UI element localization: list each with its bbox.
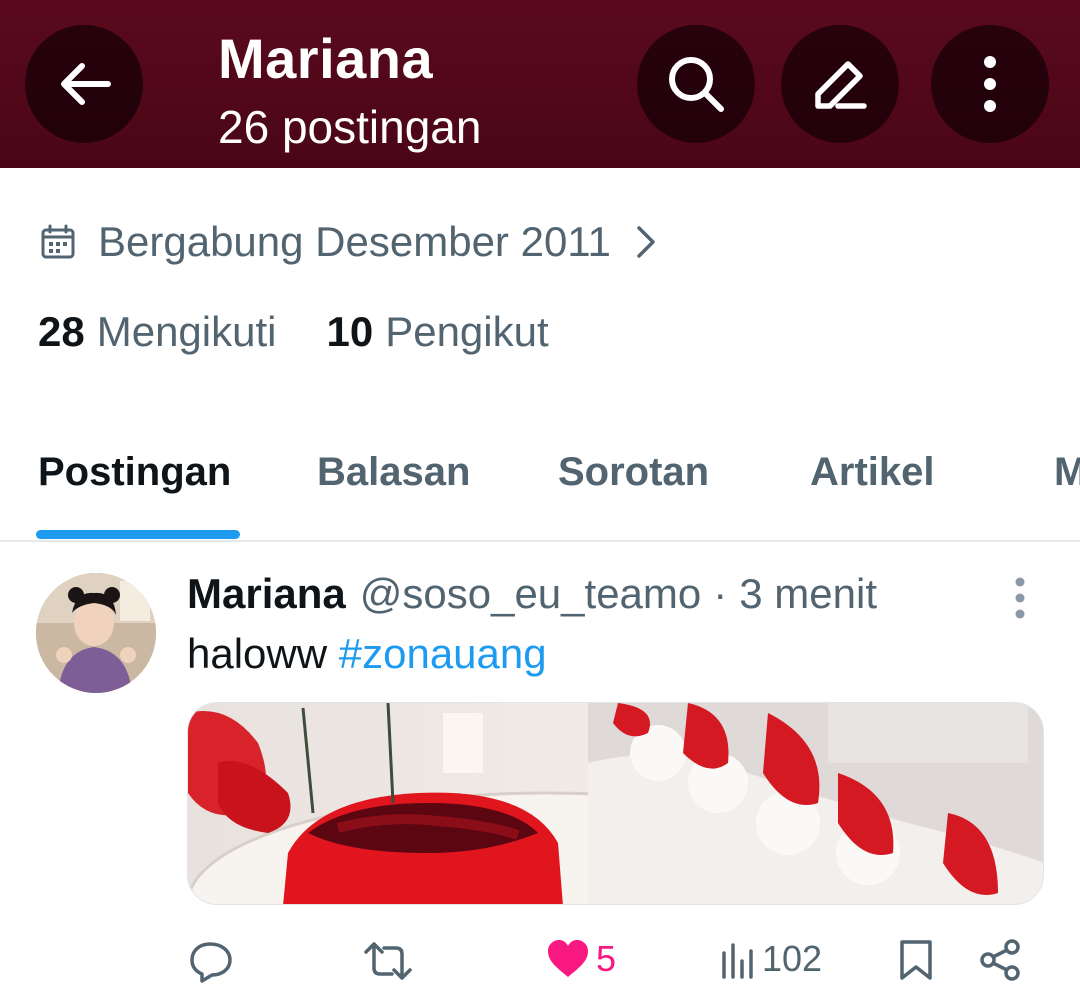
bookmark-button[interactable] bbox=[898, 938, 934, 982]
share-icon bbox=[980, 939, 1020, 981]
post-author-name[interactable]: Mariana bbox=[187, 570, 346, 618]
reply-icon bbox=[190, 942, 232, 983]
arrow-left-icon bbox=[61, 63, 111, 105]
profile-tabs: Postingan Balasan Sorotan Artikel M bbox=[0, 430, 1080, 542]
post-author-handle[interactable]: @soso_eu_teamo bbox=[360, 570, 702, 618]
post-separator: · bbox=[713, 570, 728, 617]
more-options-button[interactable] bbox=[931, 25, 1049, 143]
repost-icon bbox=[364, 942, 412, 980]
post-header: Mariana @soso_eu_teamo · 3 menit bbox=[187, 570, 877, 618]
share-button[interactable] bbox=[978, 938, 1022, 982]
heart-filled-icon bbox=[548, 940, 588, 977]
post-hashtag-link[interactable]: #zonauang bbox=[339, 630, 547, 677]
followers-count: 10 bbox=[326, 308, 374, 355]
post-time[interactable]: 3 menit bbox=[739, 570, 877, 618]
following-count: 28 bbox=[38, 308, 85, 355]
back-button[interactable] bbox=[25, 25, 143, 143]
search-icon bbox=[669, 57, 724, 112]
followers-link[interactable]: 10 Pengikut bbox=[326, 308, 548, 356]
more-vertical-icon bbox=[984, 56, 996, 112]
post-body: haloww bbox=[187, 630, 328, 677]
post-actions: 5 102 bbox=[0, 930, 1080, 1000]
post-media-image[interactable] bbox=[187, 702, 1044, 905]
tab-postingan[interactable]: Postingan bbox=[38, 450, 231, 495]
tab-media[interactable]: M bbox=[1054, 450, 1080, 495]
edit-profile-button[interactable] bbox=[781, 25, 899, 143]
active-tab-indicator bbox=[36, 530, 240, 539]
analytics-icon bbox=[722, 943, 753, 979]
search-button[interactable] bbox=[637, 25, 755, 143]
post-count: 26 postingan bbox=[218, 101, 482, 153]
follow-stats: 28 Mengikuti 10 Pengikut bbox=[38, 308, 549, 356]
followers-label: Pengikut bbox=[385, 308, 549, 355]
joined-date-label: Bergabung Desember 2011 bbox=[98, 218, 611, 265]
like-count: 5 bbox=[596, 938, 617, 979]
views-count: 102 bbox=[762, 938, 823, 979]
following-label: Mengikuti bbox=[96, 308, 277, 355]
following-link[interactable]: 28 Mengikuti bbox=[38, 308, 276, 356]
post-more-icon[interactable] bbox=[1006, 576, 1034, 620]
page-title: Mariana bbox=[218, 27, 434, 90]
views-button[interactable]: 102 bbox=[720, 938, 822, 980]
bookmark-icon bbox=[900, 940, 932, 980]
calendar-icon bbox=[41, 224, 75, 259]
avatar-image bbox=[36, 573, 156, 693]
tab-balasan[interactable]: Balasan bbox=[317, 450, 470, 495]
tab-sorotan[interactable]: Sorotan bbox=[558, 450, 709, 495]
reply-button[interactable] bbox=[188, 938, 234, 984]
profile-header-bar: Mariana 26 postingan bbox=[0, 0, 1080, 168]
avatar[interactable] bbox=[36, 573, 156, 693]
joined-date-row[interactable]: Bergabung Desember 2011 bbox=[40, 214, 657, 270]
dessert-photo bbox=[188, 703, 1043, 904]
pencil-icon bbox=[815, 61, 867, 109]
chevron-right-icon bbox=[637, 226, 655, 258]
post-text: haloww #zonauang bbox=[187, 630, 547, 678]
tab-artikel[interactable]: Artikel bbox=[810, 450, 935, 495]
repost-button[interactable] bbox=[362, 938, 414, 984]
like-button[interactable]: 5 bbox=[546, 938, 616, 980]
